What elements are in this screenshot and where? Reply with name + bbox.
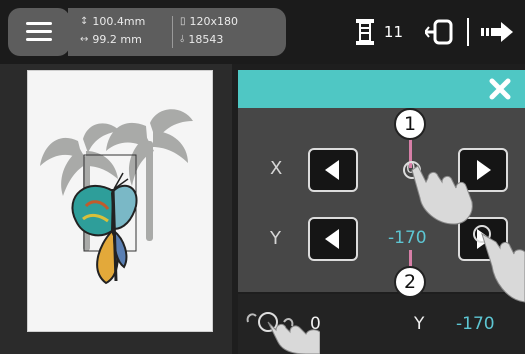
callout-2: 2 [394,266,426,298]
menu-button[interactable] [8,8,70,56]
height-readout: ↕ 100.4mm [80,15,145,28]
frame-size-readout: ▯ 120x180 [180,15,238,28]
y-axis-label: Y [270,228,281,249]
swipe-hand-icon [246,312,320,354]
width-arrow-icon: ↔ [80,34,89,45]
top-bar: ↕ 100.4mm ↔ 99.2 mm ▯ 120x180 ⫰ 18543 11 [0,0,525,64]
tap-hand-icon [473,225,525,303]
stitch-count-readout: ⫰ 18543 [180,33,223,46]
tap-hand-icon [403,161,473,225]
info-divider [172,16,173,48]
bottom-y-label: Y [414,314,425,334]
y-left-button[interactable] [308,217,358,261]
preview-area [0,64,232,354]
thread-count: 11 [383,23,403,41]
frame-icon: ▯ [180,16,186,27]
stitch-count-value: 18543 [188,33,224,46]
thread-spool-icon [354,18,376,46]
height-arrow-icon: ↕ [80,16,89,27]
bottom-y-value: -170 [456,314,495,334]
embroidery-preview[interactable] [27,70,213,332]
menu-icon [26,22,52,42]
triangle-left-icon [325,160,339,180]
width-value: 99.2 mm [92,33,142,46]
callout-1: 1 [394,108,426,140]
triangle-left-icon [325,229,339,249]
height-value: 100.4mm [92,15,146,28]
x-axis-label: X [270,158,283,179]
design-preview-image [40,109,193,285]
next-arrow-icon[interactable] [481,22,513,42]
close-icon [489,78,511,100]
top-right-controls: 11 [354,14,513,50]
width-readout: ↔ 99.2 mm [80,33,142,46]
frame-size-value: 120x180 [189,15,239,28]
close-button[interactable] [487,76,513,102]
needle-icon: ⫰ [180,34,185,45]
embroidery-frame-icon[interactable] [423,19,455,45]
pattern-info-panel: ↕ 100.4mm ↔ 99.2 mm ▯ 120x180 ⫰ 18543 [68,8,286,56]
toolbar-divider [467,18,469,46]
panel-header [238,70,525,108]
x-left-button[interactable] [308,148,358,192]
